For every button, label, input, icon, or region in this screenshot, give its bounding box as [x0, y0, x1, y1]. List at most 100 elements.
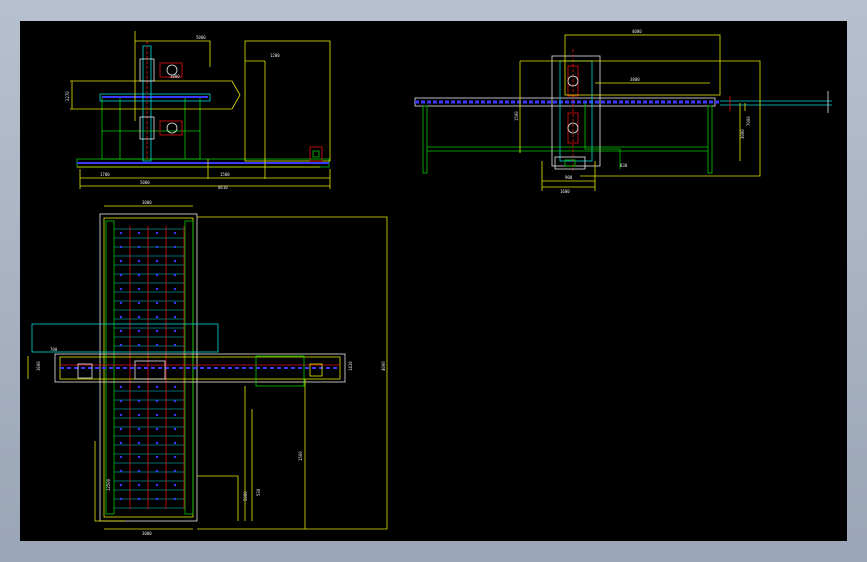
dimension-label: 830	[620, 163, 628, 168]
dimension-label: 1500	[514, 111, 519, 121]
bearing-dot	[137, 497, 141, 501]
bearing-dot	[155, 413, 159, 417]
bearing-dot	[119, 315, 123, 319]
bearing-dot	[119, 245, 123, 249]
dimension-label: 1200	[270, 53, 280, 58]
bearing-dot	[173, 329, 177, 333]
bearing-dot	[137, 413, 141, 417]
bearing-dot	[155, 343, 159, 347]
bearing-dot	[155, 315, 159, 319]
dimension-label: 7000	[746, 116, 751, 126]
bearing-dot	[137, 231, 141, 235]
bearing-dot	[137, 301, 141, 305]
bearing-dot	[155, 273, 159, 277]
bearing-dot	[155, 399, 159, 403]
bearing-dot	[155, 441, 159, 445]
dimension-label: 3800	[630, 77, 640, 82]
dimension-label: 4000	[632, 29, 642, 34]
plan-view	[27, 205, 388, 530]
bearing-dot	[119, 329, 123, 333]
bearing-dot	[173, 413, 177, 417]
cad-drawing: 5000 3800 2270 1200 1700 5000 1500 8610 4000380…	[27, 29, 832, 536]
bearing-dot	[137, 273, 141, 277]
bearing-dot	[173, 259, 177, 263]
dimension-label: 3800	[170, 74, 180, 79]
bearing-dot	[155, 287, 159, 291]
bearing-dot	[173, 287, 177, 291]
dimension-label: 1410	[348, 361, 353, 371]
bearing-dot	[119, 455, 123, 459]
bearing-dot	[119, 231, 123, 235]
dimension-label: 4000	[381, 361, 386, 371]
dimension-label: 1600	[560, 189, 570, 194]
bearing-dot	[119, 399, 123, 403]
bearing-dot	[119, 273, 123, 277]
bearing-dot	[155, 427, 159, 431]
bearing-dot	[137, 259, 141, 263]
bearing-dot	[137, 329, 141, 333]
dimension-label: 5000	[243, 491, 248, 501]
bearing-dot	[155, 259, 159, 263]
bearing-dot	[173, 273, 177, 277]
bearing-dot	[137, 427, 141, 431]
bearing-dot	[137, 315, 141, 319]
cad-viewport[interactable]: 5000 3800 2270 1200 1700 5000 1500 8610	[20, 21, 847, 541]
bearing-dot	[173, 455, 177, 459]
bearing-dot	[119, 427, 123, 431]
dimension-label: 3000	[740, 129, 745, 139]
dimension-label: 8610	[218, 185, 228, 190]
bearing-dot	[173, 427, 177, 431]
bearing-dot	[119, 343, 123, 347]
bearing-dot	[173, 245, 177, 249]
front-view	[70, 31, 331, 189]
bearing-dot	[173, 231, 177, 235]
bearing-dot	[173, 483, 177, 487]
bearing-dot	[119, 301, 123, 305]
dimension-label: 3000	[142, 200, 152, 205]
bearing-dot	[155, 301, 159, 305]
bearing-dot	[155, 385, 159, 389]
bearing-dot	[173, 385, 177, 389]
bearing-dot	[119, 385, 123, 389]
dimension-label: 3000	[142, 531, 152, 536]
bearing-dot	[155, 483, 159, 487]
dimension-label: 5000	[196, 35, 206, 40]
bearing-dot	[173, 441, 177, 445]
bearing-dot	[155, 231, 159, 235]
bearing-dot	[173, 301, 177, 305]
bearing-dot	[137, 469, 141, 473]
bearing-dot	[155, 245, 159, 249]
dimension-label: 12500	[106, 478, 111, 491]
bearing-dot	[119, 413, 123, 417]
bearing-dot	[173, 315, 177, 319]
bearing-dot	[137, 441, 141, 445]
bearing-dot	[173, 343, 177, 347]
bearing-dot	[119, 259, 123, 263]
bearing-dot	[137, 287, 141, 291]
dimension-label: 900	[565, 175, 573, 180]
bearing-dot	[119, 441, 123, 445]
side-view-dimension-labels: 4000 3800 7000 1500 900 1600 3000 830	[514, 29, 751, 194]
bearing-dot	[137, 343, 141, 347]
bearing-dot	[173, 469, 177, 473]
bearing-dot	[119, 287, 123, 291]
dimension-label: 1500	[220, 172, 230, 177]
bearing-dot	[155, 329, 159, 333]
bearing-dot	[155, 455, 159, 459]
dimension-label: 5000	[140, 180, 150, 185]
dimension-label: 1700	[100, 172, 110, 177]
bearing-dot	[119, 497, 123, 501]
dimension-label: 2270	[65, 91, 70, 101]
bearing-dot	[155, 497, 159, 501]
bearing-dot	[173, 497, 177, 501]
bearing-dot	[137, 385, 141, 389]
bearing-dot	[137, 399, 141, 403]
bearing-dot	[119, 483, 123, 487]
bearing-dot	[119, 469, 123, 473]
bearing-dot	[137, 455, 141, 459]
dimension-label: 700	[50, 347, 58, 352]
dimension-label: 530	[256, 488, 261, 496]
bearing-dot	[173, 399, 177, 403]
dimension-label: 1600	[36, 361, 41, 371]
bearing-dot	[137, 245, 141, 249]
